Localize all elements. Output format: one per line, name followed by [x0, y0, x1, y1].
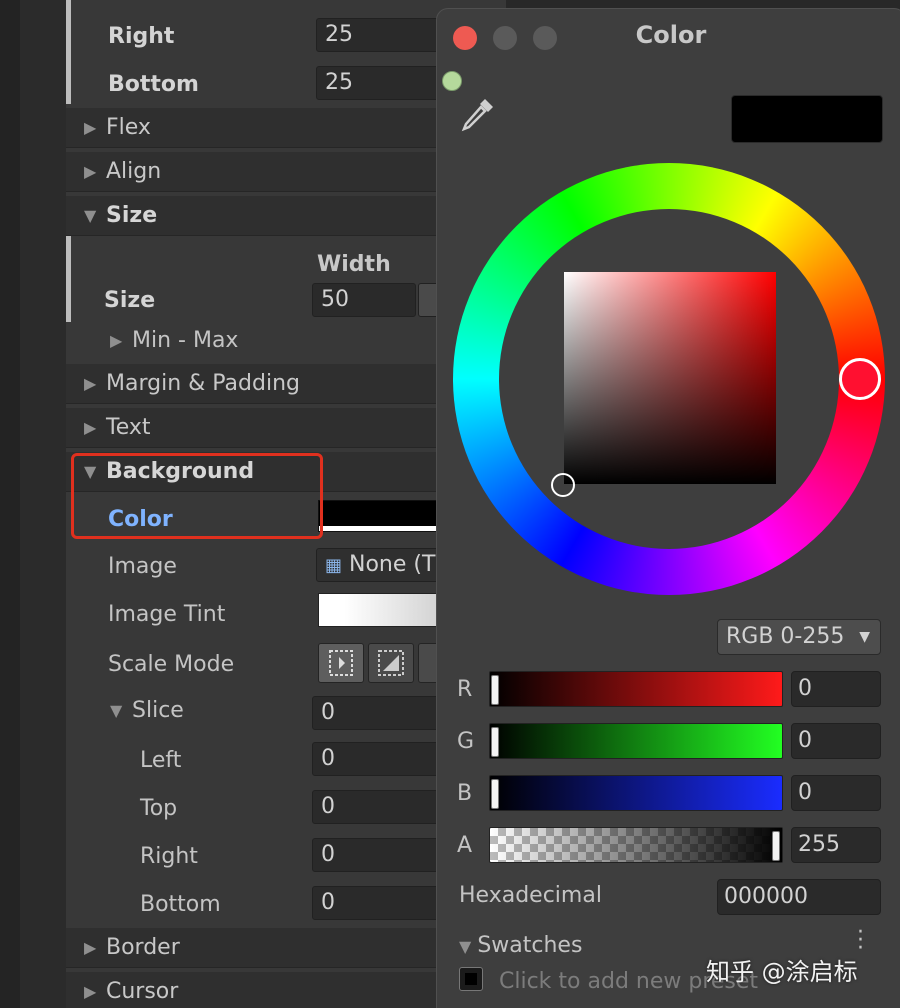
slice-top-field[interactable]: 0 — [312, 790, 448, 824]
preset-swatch[interactable] — [459, 967, 483, 991]
watermark: 知乎 @涂启标 — [706, 958, 858, 986]
padding-bottom-field[interactable]: 25 — [316, 66, 446, 100]
r-label: R — [457, 677, 473, 702]
triangle-right-icon: ▶ — [84, 162, 97, 181]
padding-right-label: Right — [108, 23, 175, 49]
scale-mode-label: Scale Mode — [108, 651, 235, 677]
a-slider[interactable] — [489, 827, 783, 863]
b-slider[interactable] — [489, 775, 783, 811]
highlight-box — [71, 453, 323, 539]
kebab-menu-icon[interactable]: · · · — [857, 922, 867, 960]
triangle-right-icon: ▶ — [110, 330, 123, 350]
color-preview — [731, 95, 883, 143]
foldout-border[interactable]: ▶ Border — [66, 928, 466, 968]
triangle-down-icon: ▼ — [110, 700, 123, 720]
crop-icon — [378, 650, 404, 676]
stretch-icon — [329, 650, 353, 676]
hex-field[interactable]: 000000 — [717, 879, 881, 915]
color-picker-window: Color RGB 0-255 ▼ R 0 G 0 B 0 A 255 Hexa… — [436, 8, 900, 1008]
width-header: Width — [317, 251, 391, 277]
slice-right-field[interactable]: 0 — [312, 838, 448, 872]
b-label: B — [457, 781, 473, 806]
hex-label: Hexadecimal — [459, 883, 602, 908]
image-object-value: None (T — [349, 552, 436, 577]
foldout-label: Margin & Padding — [106, 371, 300, 396]
g-slider[interactable] — [489, 723, 783, 759]
foldout-label: Align — [106, 159, 162, 184]
g-field[interactable]: 0 — [791, 723, 881, 759]
left-gutter — [20, 0, 66, 1008]
color-mode-dropdown[interactable]: RGB 0-255 ▼ — [717, 619, 881, 655]
foldout-label: Size — [106, 203, 158, 228]
saturation-value-handle[interactable] — [551, 473, 575, 497]
hue-handle[interactable] — [839, 358, 881, 400]
window-title: Color — [635, 21, 707, 49]
slice-left-field[interactable]: 0 — [312, 742, 448, 776]
min-max-row[interactable]: ▶ Min - Max — [66, 320, 466, 360]
triangle-right-icon: ▶ — [84, 418, 97, 437]
foldout-cursor[interactable]: ▶ Cursor — [66, 972, 466, 1008]
left-strip — [0, 0, 20, 650]
eyedropper-icon[interactable] — [457, 95, 497, 135]
r-field[interactable]: 0 — [791, 671, 881, 707]
foldout-label: Cursor — [106, 979, 179, 1004]
a-field[interactable]: 255 — [791, 827, 881, 863]
triangle-right-icon: ▶ — [84, 118, 97, 137]
image-tint-label: Image Tint — [108, 601, 226, 627]
slice-bottom-label: Bottom — [140, 891, 221, 917]
triangle-down-icon: ▼ — [459, 937, 472, 956]
image-label: Image — [108, 553, 177, 579]
foldout-margin-padding[interactable]: ▶ Margin & Padding — [66, 364, 466, 404]
foldout-label: Border — [106, 935, 180, 960]
saturation-value-square[interactable] — [564, 272, 776, 484]
triangle-right-icon: ▶ — [84, 938, 97, 957]
r-slider[interactable] — [489, 671, 783, 707]
a-slider-knob[interactable] — [772, 831, 780, 861]
scale-crop-button[interactable] — [368, 643, 414, 683]
triangle-down-icon: ▼ — [84, 206, 97, 225]
foldout-text[interactable]: ▶ Text — [66, 408, 466, 448]
swatches-foldout[interactable]: ▼ Swatches — [459, 933, 582, 958]
foldout-label: Text — [106, 415, 151, 440]
foldout-size[interactable]: ▼ Size — [66, 196, 466, 236]
b-field[interactable]: 0 — [791, 775, 881, 811]
color-mode-value: RGB 0-255 — [726, 624, 845, 649]
image-tint-field[interactable] — [318, 593, 448, 627]
status-dot-icon — [442, 71, 462, 91]
padding-right-field[interactable]: 25 — [316, 18, 446, 52]
a-slider-gradient — [490, 828, 782, 862]
r-slider-knob[interactable] — [491, 675, 499, 705]
chevron-down-icon: ▼ — [859, 629, 870, 645]
a-label: A — [457, 833, 473, 858]
foldout-align[interactable]: ▶ Align — [66, 152, 466, 192]
foldout-label: Flex — [106, 115, 151, 140]
width-header-row: Width — [66, 244, 466, 284]
texture-icon: ▦ — [325, 555, 343, 576]
slice-top-label: Top — [140, 795, 178, 821]
slice-label: Slice — [132, 697, 184, 723]
foldout-flex[interactable]: ▶ Flex — [66, 108, 466, 148]
min-max-label: Min - Max — [132, 327, 239, 353]
size-width-field[interactable]: 50 — [312, 283, 416, 317]
b-slider-knob[interactable] — [491, 779, 499, 809]
padding-bottom-label: Bottom — [108, 71, 199, 97]
triangle-right-icon: ▶ — [84, 982, 97, 1001]
swatches-label: Swatches — [477, 933, 583, 958]
g-slider-knob[interactable] — [491, 727, 499, 757]
slice-left-label: Left — [140, 747, 182, 773]
image-object-field[interactable]: ▦ None (T — [316, 548, 448, 582]
scale-stretch-button[interactable] — [318, 643, 364, 683]
size-label: Size — [104, 287, 156, 313]
slice-bottom-field[interactable]: 0 — [312, 886, 448, 920]
triangle-right-icon: ▶ — [84, 374, 97, 393]
background-color-field[interactable] — [318, 500, 448, 532]
slice-right-label: Right — [140, 843, 198, 869]
g-label: G — [457, 729, 475, 754]
slice-field[interactable]: 0 — [312, 696, 448, 730]
